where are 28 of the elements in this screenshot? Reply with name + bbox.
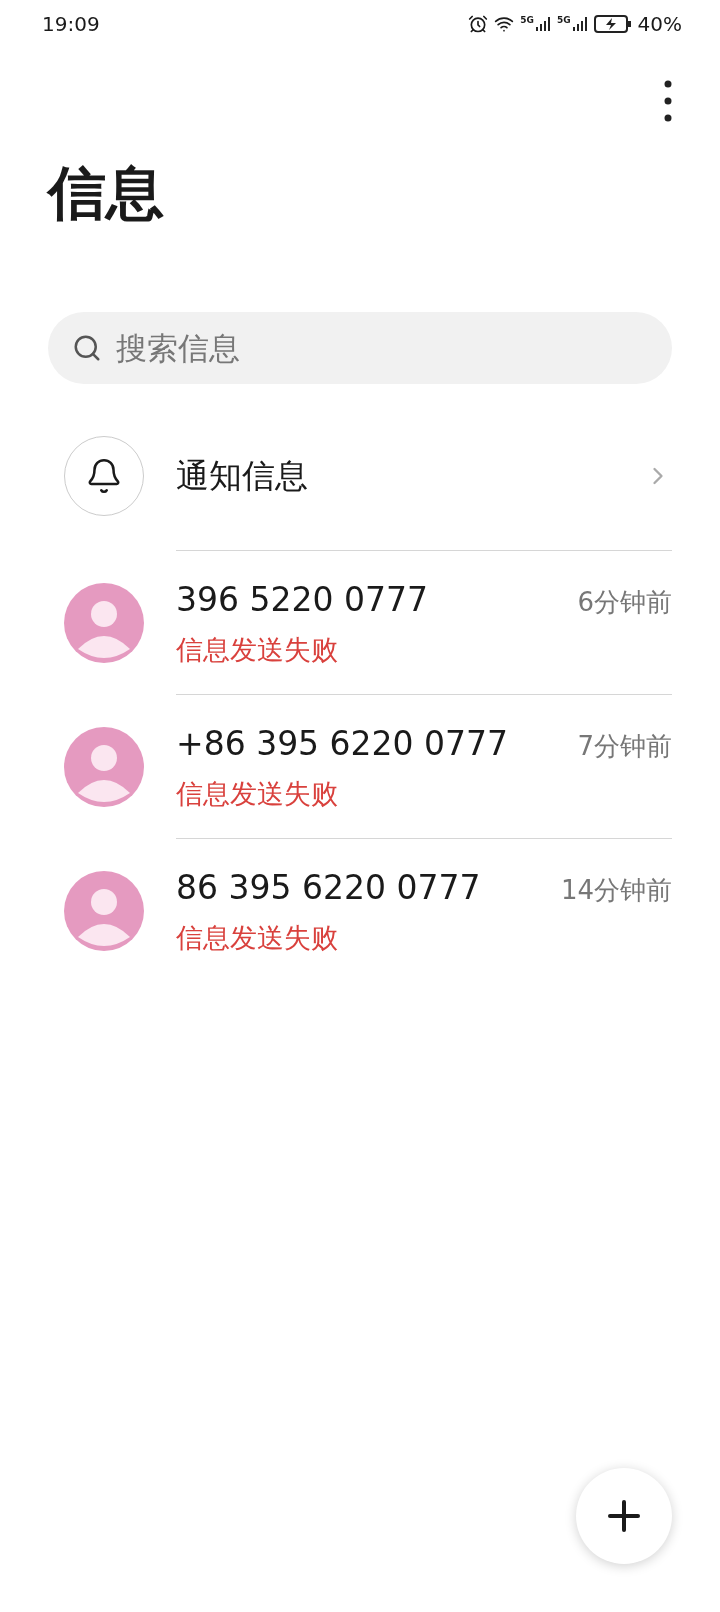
message-status: 信息发送失败 <box>176 921 338 955</box>
more-options-icon[interactable] <box>664 80 672 122</box>
alarm-icon <box>468 14 489 34</box>
contact-number: 86 395 6220 0777 <box>176 866 481 909</box>
battery-icon <box>593 14 632 34</box>
contact-number: 396 5220 0777 <box>176 578 428 621</box>
avatar-icon <box>64 870 144 951</box>
avatar-icon <box>64 582 144 663</box>
contact-number: +86 395 6220 0777 <box>176 722 509 765</box>
notification-label: 通知信息 <box>176 455 309 498</box>
avatar-icon <box>64 726 144 807</box>
new-message-button[interactable] <box>576 1468 672 1564</box>
conversation-row[interactable]: 86 395 6220 0777 14分钟前 信息发送失败 <box>64 839 672 982</box>
search-icon <box>72 333 102 363</box>
message-time: 6分钟前 <box>577 585 672 619</box>
conversation-row[interactable]: 396 5220 0777 6分钟前 信息发送失败 <box>64 551 672 694</box>
search-field[interactable]: 搜索信息 <box>48 312 672 384</box>
wifi-icon <box>494 14 515 34</box>
notification-row[interactable]: 通知信息 <box>64 436 672 516</box>
page-title: 信息 <box>48 164 164 222</box>
message-status: 信息发送失败 <box>176 633 338 667</box>
message-time: 14分钟前 <box>560 873 672 907</box>
message-status: 信息发送失败 <box>176 777 338 811</box>
conversation-row[interactable]: +86 395 6220 0777 7分钟前 信息发送失败 <box>64 695 672 838</box>
search-input[interactable]: 搜索信息 <box>116 324 516 372</box>
message-time: 7分钟前 <box>577 729 672 763</box>
status-time: 19:09 <box>42 11 100 38</box>
battery-percent: 40% <box>637 11 682 38</box>
